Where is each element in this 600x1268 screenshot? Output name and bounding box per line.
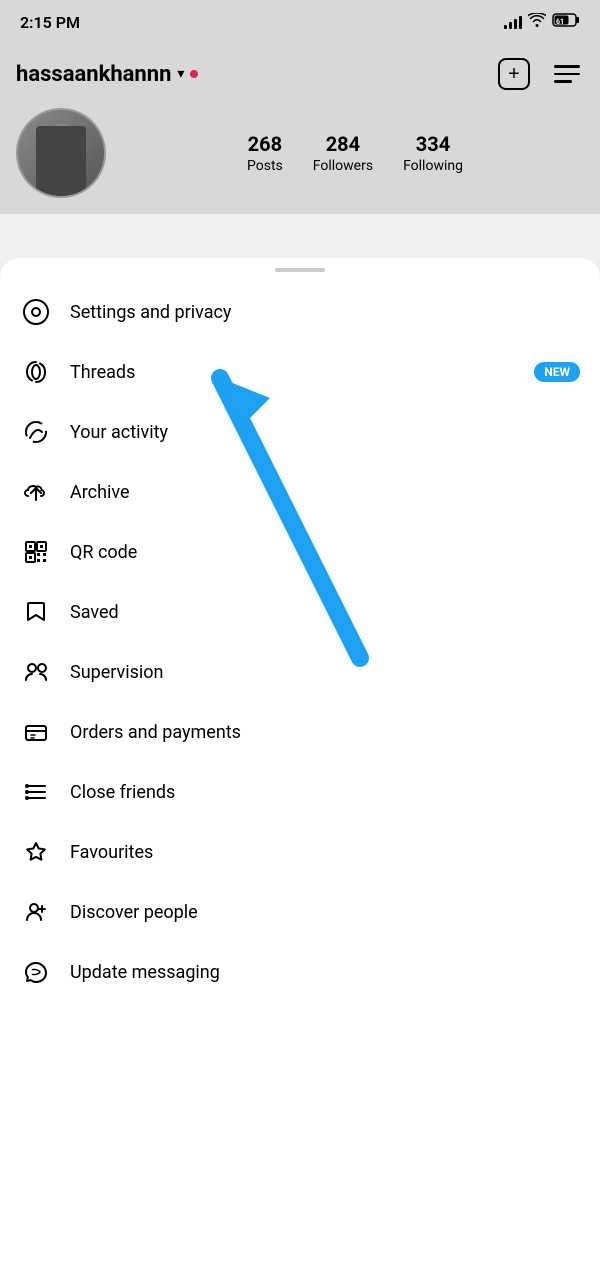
status-bar: 2:15 PM 61 [0, 0, 600, 44]
stats-row: 268 Posts 284 Followers 334 Following [126, 132, 584, 174]
followers-count: 284 [326, 132, 360, 156]
following-stat[interactable]: 334 Following [403, 132, 463, 174]
signal-bars-icon [504, 15, 522, 29]
posts-label: Posts [247, 158, 283, 174]
discover-icon [20, 898, 52, 926]
menu-item-qrcode[interactable]: QR code [0, 522, 600, 582]
avatar[interactable] [16, 108, 106, 198]
hamburger-icon [554, 65, 580, 83]
profile-header: hassaankhannn ▾ + [0, 44, 600, 108]
archive-label: Archive [70, 482, 580, 503]
threads-icon [20, 358, 52, 386]
new-post-button[interactable]: + [494, 54, 534, 94]
username-text: hassaankhannn [16, 62, 171, 87]
supervision-icon [20, 658, 52, 686]
orders-label: Orders and payments [70, 722, 580, 743]
qrcode-label: QR code [70, 542, 580, 563]
settings-icon [20, 298, 52, 326]
menu-item-threads[interactable]: Threads NEW [0, 342, 600, 402]
saved-icon [20, 598, 52, 626]
sheet-handle-bar [0, 258, 600, 278]
wifi-icon [528, 13, 546, 31]
discover-label: Discover people [70, 902, 580, 923]
archive-icon [20, 478, 52, 506]
profile-stats: 268 Posts 284 Followers 334 Following [0, 108, 600, 214]
svg-text:61: 61 [556, 18, 564, 26]
followers-stat[interactable]: 284 Followers [313, 132, 373, 174]
add-icon: + [498, 58, 530, 90]
favourites-label: Favourites [70, 842, 580, 863]
menu-item-favourites[interactable]: Favourites [0, 822, 600, 882]
status-icons: 61 [504, 13, 580, 31]
menu-item-activity[interactable]: Your activity [0, 402, 600, 462]
saved-label: Saved [70, 602, 580, 623]
messaging-icon [20, 958, 52, 986]
header-actions: + [494, 54, 584, 94]
following-label: Following [403, 158, 463, 174]
orders-icon [20, 718, 52, 746]
activity-icon [20, 418, 52, 446]
supervision-label: Supervision [70, 662, 580, 683]
battery-icon: 61 [552, 13, 580, 31]
notification-dot [190, 70, 198, 78]
menu-list: Settings and privacy Threads NEW [0, 278, 600, 1006]
posts-count: 268 [248, 132, 282, 156]
threads-label: Threads [70, 362, 516, 383]
menu-button[interactable] [550, 61, 584, 87]
menu-item-archive[interactable]: Archive [0, 462, 600, 522]
chevron-down-icon[interactable]: ▾ [177, 66, 184, 82]
favourites-icon [20, 838, 52, 866]
following-count: 334 [416, 132, 450, 156]
menu-item-messaging[interactable]: Update messaging [0, 942, 600, 1002]
closefriends-icon [20, 778, 52, 806]
menu-item-closefriends[interactable]: Close friends [0, 762, 600, 822]
new-badge: NEW [534, 362, 580, 382]
menu-item-discover[interactable]: Discover people [0, 882, 600, 942]
activity-label: Your activity [70, 422, 580, 443]
status-time: 2:15 PM [20, 13, 80, 32]
bottom-sheet: Settings and privacy Threads NEW [0, 258, 600, 1268]
closefriends-label: Close friends [70, 782, 580, 803]
menu-item-saved[interactable]: Saved [0, 582, 600, 642]
qr-icon [20, 538, 52, 566]
username-row: hassaankhannn ▾ [16, 62, 198, 87]
posts-stat[interactable]: 268 Posts [247, 132, 283, 174]
menu-item-orders[interactable]: Orders and payments [0, 702, 600, 762]
menu-item-settings[interactable]: Settings and privacy [0, 282, 600, 342]
sheet-handle [275, 268, 325, 272]
settings-label: Settings and privacy [70, 302, 580, 323]
menu-item-supervision[interactable]: Supervision [0, 642, 600, 702]
messaging-label: Update messaging [70, 962, 580, 983]
followers-label: Followers [313, 158, 373, 174]
